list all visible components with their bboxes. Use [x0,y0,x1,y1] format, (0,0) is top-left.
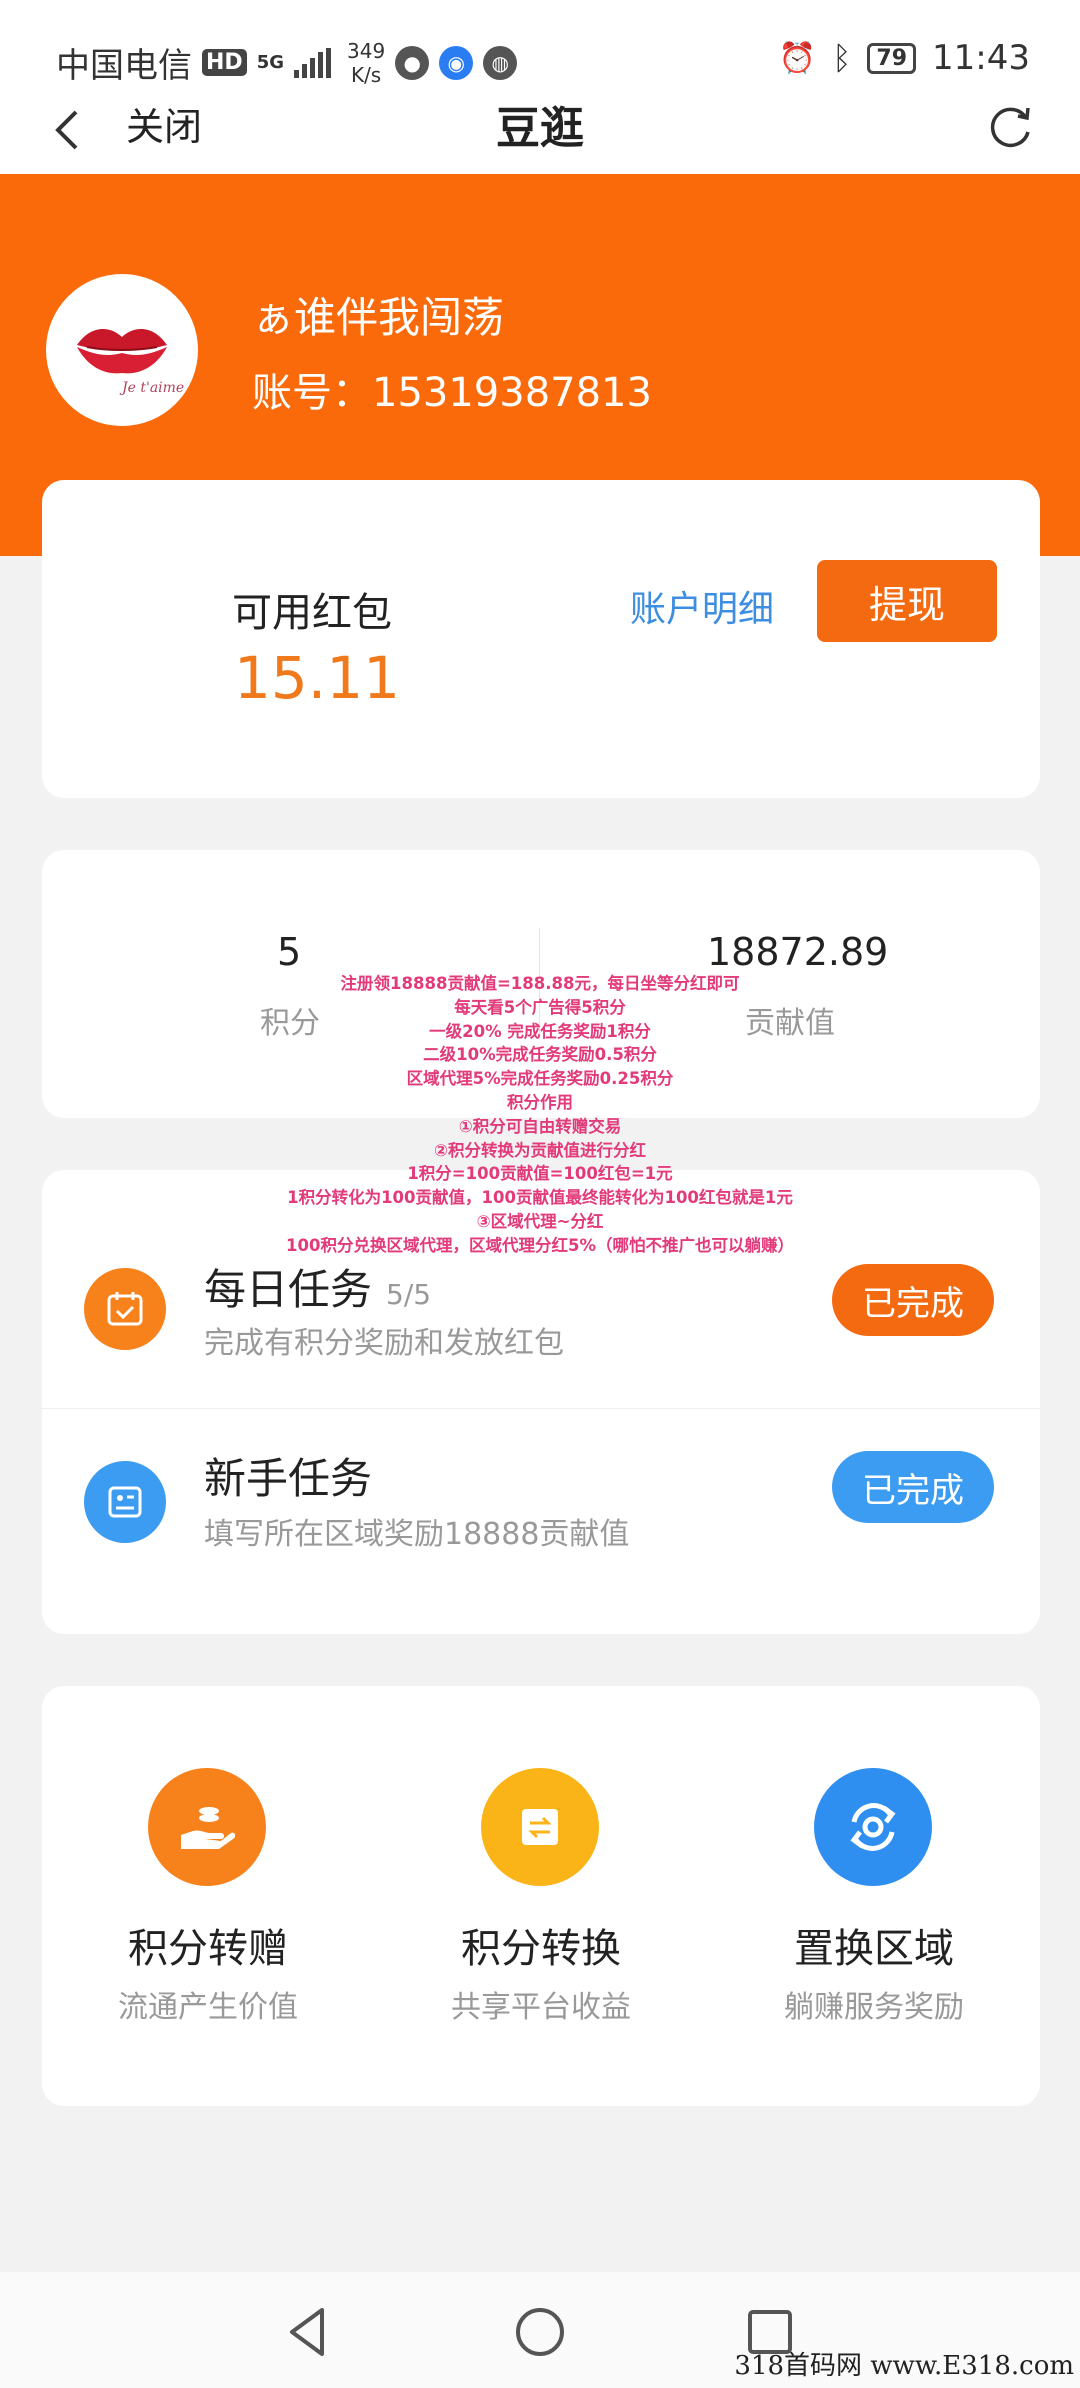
daily-task-count: 5/5 [386,1278,432,1311]
status-bar: 中国电信 HD 5G 349 K/s ● ◉ ◍ ⏰ ᛒ 79 11:43 [0,0,1080,90]
contribution-value: 18872.89 [707,930,889,974]
annotation-line: ②积分转换为贡献值进行分红 [434,1140,646,1160]
annotation-line: 注册领18888贡献值=188.88元，每日坐等分红即可 [340,974,740,993]
annotation-line: 区域代理5%完成任务奖励0.25积分 [406,1069,674,1089]
annotation-line: 100积分兑换区域代理，区域代理分红5%（哪怕不推广也可以躺赚） [286,1235,794,1255]
profile-card-icon [84,1461,166,1543]
user-account: 账号：15319387813 [252,370,652,416]
annotation-line: 每天看5个广告得5积分 [454,997,626,1017]
annotation-line: 一级20% 完成任务奖励1积分 [429,1021,651,1041]
avatar[interactable]: Je t'aime [46,274,198,426]
hd-badge: HD [202,49,247,76]
points-gift-title: 积分转赠 [128,1926,288,1972]
withdraw-button[interactable]: 提现 [817,560,997,642]
daily-task-desc: 完成有积分奖励和发放红包 [204,1326,564,1361]
newbie-task-desc: 填写所在区域奖励18888贡献值 [204,1517,630,1552]
red-packet-label: 可用红包 [232,590,392,636]
annotation-line: ①积分可自由转赠交易 [458,1116,622,1136]
annotation-line: ③区域代理~分红 [476,1211,604,1231]
net-speed-unit: K/s [350,62,382,87]
points-convert-title: 积分转换 [461,1926,621,1972]
features-card: 积分转赠 流通产生价值 积分转换 共享平台收益 置换区域 躺赚服务奖励 [42,1686,1040,2106]
newbie-task-row[interactable]: 新手任务 填写所在区域奖励18888贡献值 已完成 [42,1408,1040,1604]
status-left: 中国电信 HD 5G 349 K/s ● ◉ ◍ [56,38,518,87]
refresh-icon[interactable] [980,96,1040,156]
user-name: ぁ谁伴我闯荡 [252,293,505,342]
region-swap-desc: 躺赚服务奖励 [784,1990,964,2025]
region-swap-icon [814,1768,932,1886]
nav-back-icon[interactable] [278,2302,338,2362]
network-label: 5G [256,52,284,73]
daily-task-status-button[interactable]: 已完成 [832,1264,994,1336]
page-title: 豆逛 [496,103,584,154]
ball-app-icon: ◍ [483,45,518,80]
wechat-icon: ● [395,45,430,80]
exchange-icon [481,1768,599,1886]
watermark: 318首码网 www.E318.com [734,2351,1074,2381]
daily-task-title: 每日任务 5/5 [204,1256,431,1317]
daily-task-title-text: 每日任务 [204,1265,373,1314]
nav-bar: 关闭 豆逛 [0,90,1080,174]
red-packet-value: 15.11 [234,644,401,712]
points-gift-feature[interactable]: 积分转赠 流通产生价值 [42,1686,374,2106]
hand-coins-icon [148,1768,266,1886]
annotation-line: 1积分=100贡献值=100红包=1元 [407,1164,673,1184]
nav-home-icon[interactable] [510,2302,570,2362]
account-detail-link[interactable]: 账户明细 [630,580,774,632]
bulb-app-icon: ◉ [439,45,474,80]
calendar-check-icon [84,1268,166,1350]
newbie-task-title: 新手任务 [204,1454,373,1503]
clock: 11:43 [932,38,1030,78]
battery-icon: 79 [867,42,917,74]
points-convert-feature[interactable]: 积分转换 共享平台收益 [375,1686,707,2106]
points-convert-desc: 共享平台收益 [451,1990,631,2025]
points-gift-desc: 流通产生价值 [118,1990,298,2025]
region-swap-title: 置换区域 [794,1926,954,1972]
signal-icon [294,47,331,78]
wallet-card: 可用红包 15.11 账户明细 提现 [42,480,1040,798]
region-swap-feature[interactable]: 置换区域 躺赚服务奖励 [708,1686,1040,2106]
avatar-signature: Je t'aime [122,380,185,396]
bluetooth-icon: ᛒ [832,39,852,77]
alarm-icon: ⏰ [778,40,817,76]
annotation-line: 积分作用 [507,1092,573,1112]
carrier-label: 中国电信 [56,46,192,86]
newbie-task-status-button[interactable]: 已完成 [832,1451,994,1523]
annotation-overlay: 注册领18888贡献值=188.88元，每日坐等分红即可 每天看5个广告得5积分… [0,972,1080,1258]
annotation-line: 二级10%完成任务奖励0.5积分 [423,1045,657,1065]
annotation-line: 1积分转化为100贡献值，100贡献值最终能转化为100红包就是1元 [287,1188,793,1208]
status-right: ⏰ ᛒ 79 11:43 [779,38,1030,78]
points-value: 5 [277,930,302,974]
net-speed: 349 K/s [347,39,385,87]
net-speed-value: 349 [347,38,386,63]
